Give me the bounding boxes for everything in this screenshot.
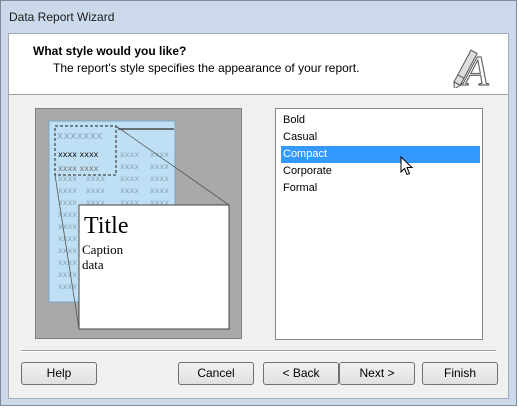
wizard-client-area: What style would you like? The report's … bbox=[8, 33, 509, 399]
preview-caption: Caption bbox=[82, 242, 124, 257]
wizard-header: What style would you like? The report's … bbox=[9, 34, 508, 96]
preview-header-text: xxxxxxx bbox=[57, 129, 103, 142]
preview-cell: xxxx bbox=[58, 186, 77, 195]
preview-cell: xxxx bbox=[58, 174, 77, 183]
help-button[interactable]: Help bbox=[21, 362, 97, 385]
style-option-corporate[interactable]: Corporate bbox=[281, 163, 480, 180]
back-button[interactable]: < Back bbox=[263, 362, 339, 385]
style-option-formal[interactable]: Formal bbox=[281, 180, 480, 197]
button-divider bbox=[21, 350, 496, 352]
style-option-casual[interactable]: Casual bbox=[281, 129, 480, 146]
preview-cell: xxxx bbox=[120, 174, 139, 183]
preview-cell: xxxx bbox=[58, 222, 77, 231]
preview-cell: xxxx bbox=[150, 162, 169, 171]
finish-button[interactable]: Finish bbox=[422, 362, 498, 385]
preview-cell: xxxx bbox=[58, 282, 77, 291]
style-option-compact[interactable]: Compact bbox=[281, 146, 480, 163]
wizard-window: Data Report Wizard What style would you … bbox=[0, 0, 517, 406]
preview-row-bold: xxxx xxxx bbox=[58, 150, 99, 159]
preview-cell: xxxx bbox=[58, 270, 77, 279]
window-title: Data Report Wizard bbox=[9, 10, 115, 24]
next-button[interactable]: Next > bbox=[339, 362, 415, 385]
preview-cell: xxxx bbox=[86, 174, 105, 183]
preview-cell: xxxx bbox=[58, 234, 77, 243]
header-subtitle: The report's style specifies the appeara… bbox=[53, 61, 360, 75]
preview-cell: xxxx bbox=[58, 258, 77, 267]
style-option-bold[interactable]: Bold bbox=[281, 112, 480, 129]
preview-cell: xxxx bbox=[150, 174, 169, 183]
preview-cell: xxxx bbox=[120, 186, 139, 195]
preview-cell: xxxx bbox=[86, 186, 105, 195]
pencil-letter-a-icon: A bbox=[452, 42, 500, 96]
mouse-pointer-icon bbox=[400, 155, 414, 181]
preview-cell: xxxx bbox=[58, 198, 77, 207]
preview-cell: xxxx bbox=[150, 186, 169, 195]
header-title: What style would you like? bbox=[33, 44, 187, 58]
preview-title: Title bbox=[84, 213, 128, 239]
preview-cell: xxxx bbox=[120, 150, 139, 159]
preview-cell: xxxx bbox=[120, 162, 139, 171]
style-listbox[interactable]: Bold Casual Compact Corporate Formal bbox=[275, 108, 483, 340]
style-preview: xxxxxxx xxxx xxxx xxxx xxxx xxxx xxxx xxxx… bbox=[35, 108, 242, 339]
preview-row-faint: xxxx xxxx bbox=[58, 164, 99, 173]
cancel-button[interactable]: Cancel bbox=[178, 362, 254, 385]
preview-data: data bbox=[82, 257, 104, 272]
title-bar[interactable]: Data Report Wizard bbox=[1, 1, 516, 33]
